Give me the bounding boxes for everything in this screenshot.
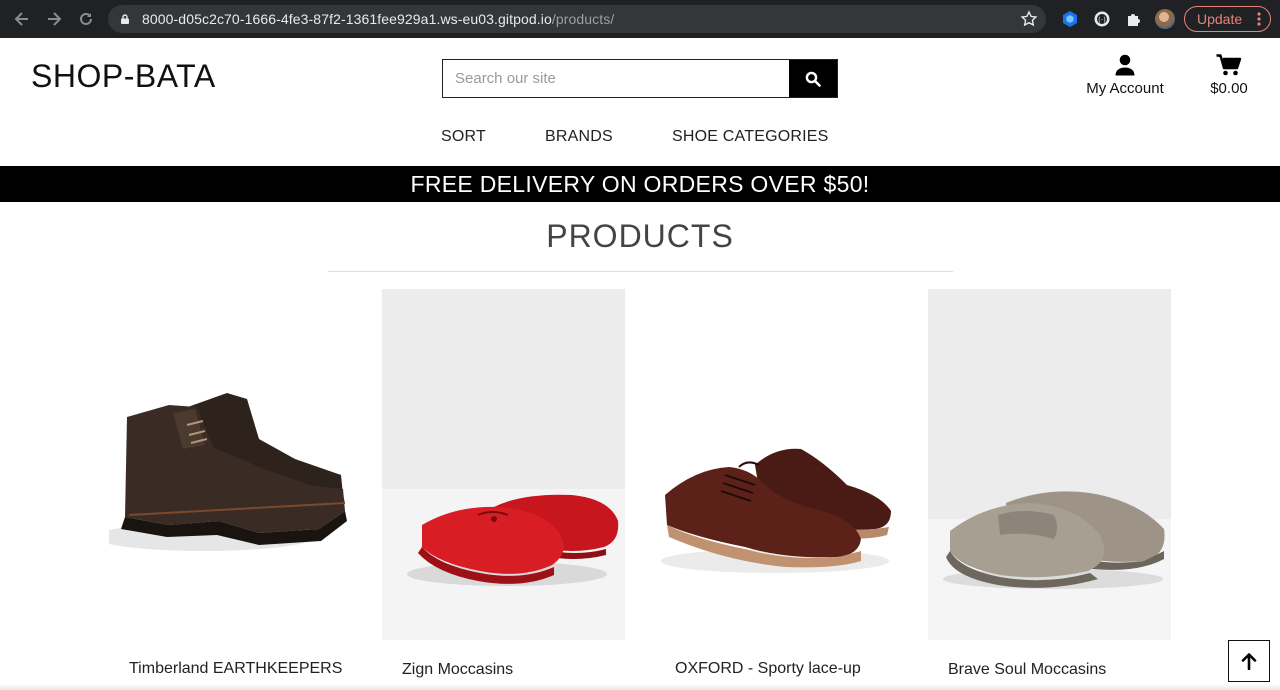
my-account-label: My Account [1086,80,1164,97]
nav-brands[interactable]: BRANDS [545,128,613,146]
search-button[interactable] [789,60,837,97]
search-input[interactable] [443,60,789,97]
search-form [442,59,838,98]
product-image[interactable] [655,289,898,640]
user-icon [1115,54,1135,76]
extension-icon[interactable] [1061,10,1079,28]
profile-avatar[interactable] [1155,9,1175,29]
url-path: /products/ [551,11,615,27]
url-host: 8000-d05c2c70-1666-4fe3-87f2-1361fee929a… [142,11,552,27]
product-name[interactable]: Brave Soul Moccasins [948,661,1106,679]
my-account-link[interactable]: My Account [1080,54,1170,100]
lock-icon [121,14,129,24]
extension-icon[interactable]: (·) [1093,10,1111,28]
forward-arrow-icon[interactable] [44,9,64,29]
product-image[interactable] [382,289,625,640]
address-bar[interactable]: 8000-d05c2c70-1666-4fe3-87f2-1361fee929a… [108,5,1046,33]
product-name[interactable]: Zign Moccasins [402,661,513,679]
title-divider [328,271,953,272]
browser-toolbar: 8000-d05c2c70-1666-4fe3-87f2-1361fee929a… [0,0,1280,38]
product-image[interactable] [928,289,1171,640]
svg-text:(·): (·) [1098,16,1106,24]
scroll-fade [0,684,1280,690]
back-to-top-button[interactable] [1228,640,1270,682]
more-vert-icon [1257,12,1261,26]
product-image[interactable] [109,289,352,640]
main-nav: SORT BRANDS SHOE CATEGORIES [0,128,1280,150]
update-button[interactable]: Update [1184,6,1271,32]
search-icon [805,71,821,87]
delivery-banner: FREE DELIVERY ON ORDERS OVER $50! [0,166,1280,202]
puzzle-icon[interactable] [1125,10,1143,28]
nav-sort[interactable]: SORT [441,128,486,146]
page-title: PRODUCTS [546,218,734,254]
site-logo[interactable]: SHOP-BATA [31,58,216,95]
back-arrow-icon[interactable] [12,9,32,29]
cart-link[interactable]: $0.00 [1204,54,1254,100]
product-name[interactable]: Timberland EARTHKEEPERS [129,660,342,678]
star-icon[interactable] [1020,10,1038,28]
update-label: Update [1197,11,1243,27]
nav-shoe-categories[interactable]: SHOE CATEGORIES [672,128,829,146]
cart-total: $0.00 [1210,80,1248,97]
reload-icon[interactable] [76,9,96,29]
arrow-up-icon [1241,653,1257,670]
cart-icon [1216,54,1242,76]
url-text: 8000-d05c2c70-1666-4fe3-87f2-1361fee929a… [142,5,614,33]
product-name[interactable]: OXFORD - Sporty lace-up [675,660,861,678]
